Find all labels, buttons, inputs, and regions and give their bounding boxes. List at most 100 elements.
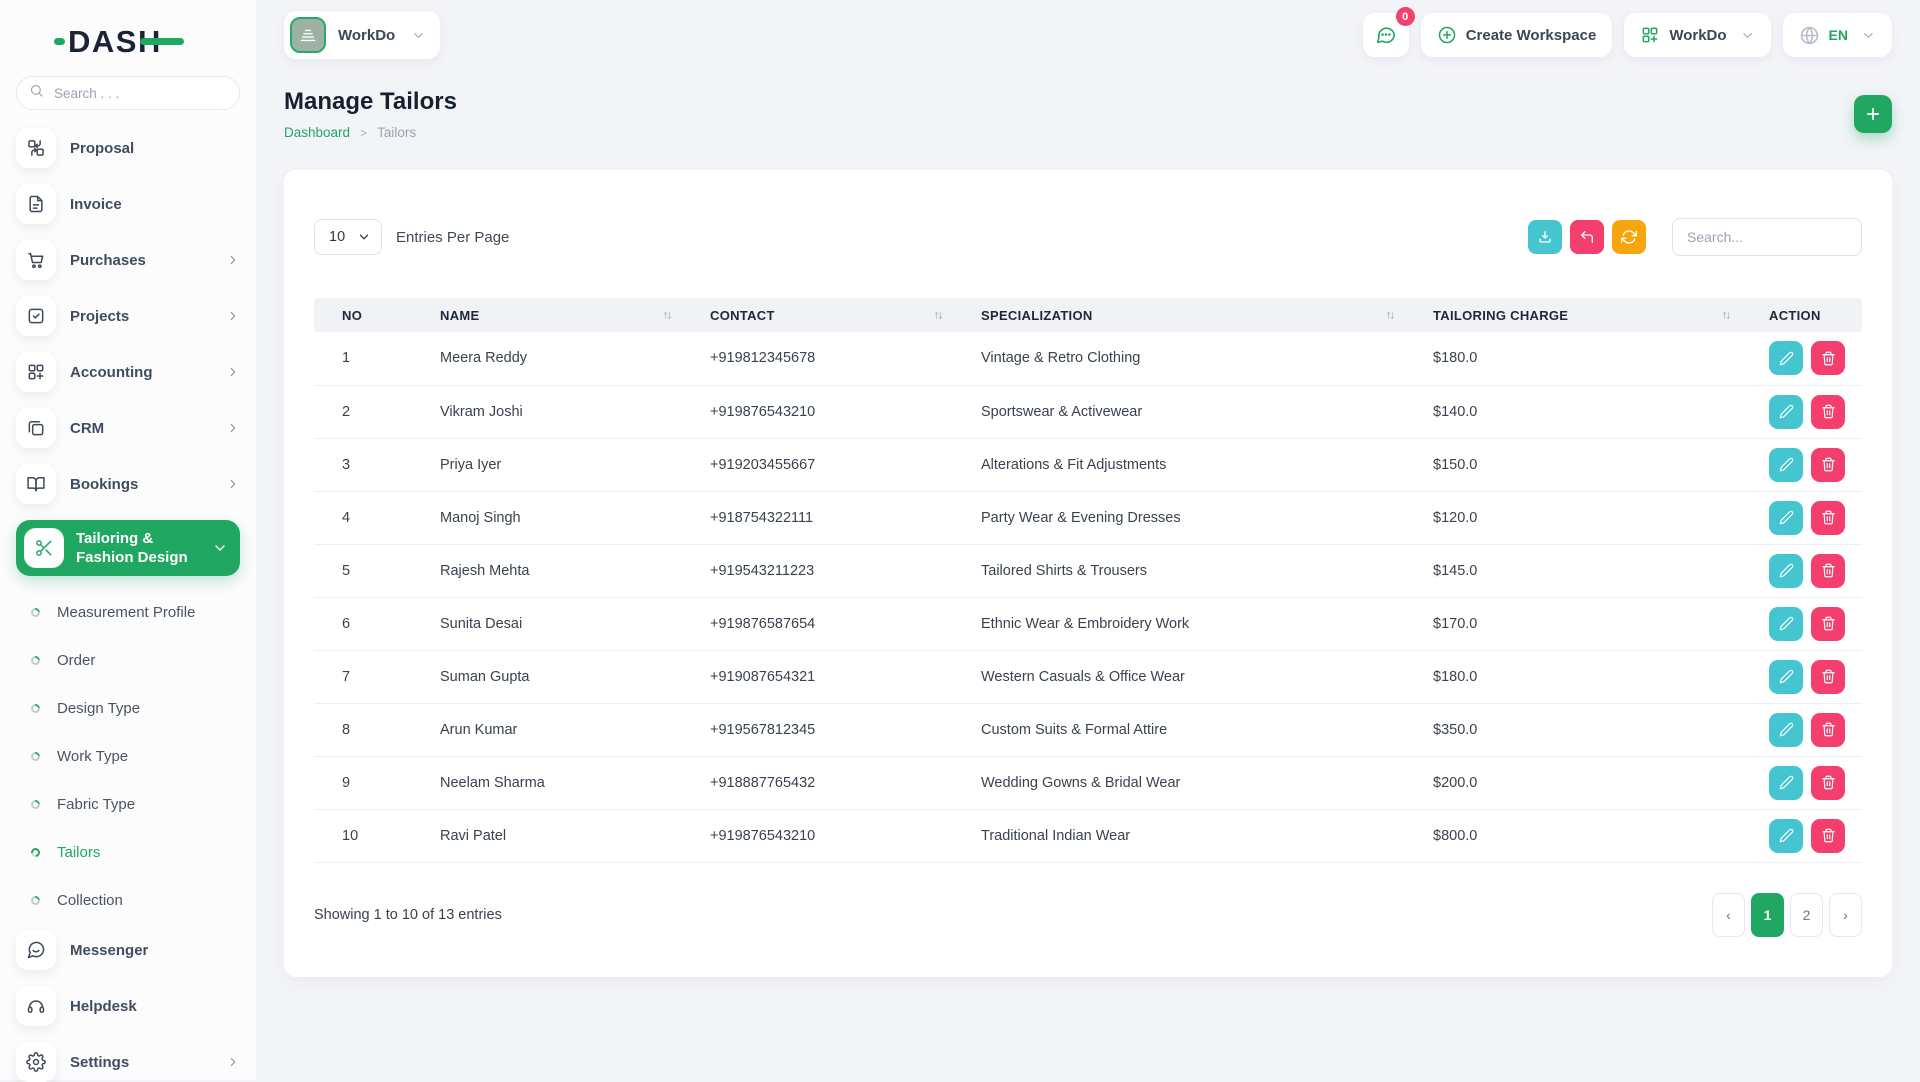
pagination-prev[interactable]: ‹ (1712, 893, 1745, 937)
cell-charge: $800.0 (1405, 809, 1741, 862)
sidebar-search-input[interactable] (52, 85, 227, 102)
sidebar-nav: Proposal Invoice Purchases Projects Accounti… (16, 128, 240, 1082)
table-row: 3Priya Iyer+919203455667Alterations & Fi… (314, 438, 1862, 491)
bullet-icon (29, 894, 42, 907)
language-label: EN (1829, 27, 1848, 43)
edit-button[interactable] (1769, 660, 1803, 694)
cell-no: 3 (314, 438, 412, 491)
sidebar-item-helpdesk[interactable]: Helpdesk (16, 986, 240, 1026)
breadcrumb: Dashboard > Tailors (284, 125, 457, 140)
delete-button[interactable] (1811, 341, 1845, 375)
cell-actions (1741, 597, 1862, 650)
sidebar-subitem-measurement-profile[interactable]: Measurement Profile (16, 588, 240, 636)
sidebar-subitem-order[interactable]: Order (16, 636, 240, 684)
export-button[interactable] (1528, 220, 1562, 254)
cell-contact: +919203455667 (682, 438, 953, 491)
pagination: ‹12› (1712, 893, 1862, 937)
cell-specialization: Western Casuals & Office Wear (953, 650, 1405, 703)
building-icon (290, 17, 326, 53)
bookings-icon (16, 464, 56, 504)
sort-icon[interactable] (1384, 309, 1397, 322)
breadcrumb-current: Tailors (377, 125, 416, 140)
delete-button[interactable] (1811, 660, 1845, 694)
delete-button[interactable] (1811, 554, 1845, 588)
add-tailor-button[interactable] (1854, 95, 1892, 133)
column-header-name[interactable]: NAME (412, 298, 682, 332)
delete-button[interactable] (1811, 819, 1845, 853)
sidebar-item-bookings[interactable]: Bookings (16, 464, 240, 504)
sidebar-subitem-label: Work Type (57, 748, 128, 765)
sidebar-item-projects[interactable]: Projects (16, 296, 240, 336)
sidebar-subitem-work-type[interactable]: Work Type (16, 732, 240, 780)
sidebar-item-invoice[interactable]: Invoice (16, 184, 240, 224)
cell-contact: +919087654321 (682, 650, 953, 703)
sidebar-subitem-fabric-type[interactable]: Fabric Type (16, 780, 240, 828)
brand-logo[interactable]: DASH (16, 16, 240, 66)
column-header-contact[interactable]: CONTACT (682, 298, 953, 332)
edit-button[interactable] (1769, 607, 1803, 641)
pagination-next[interactable]: › (1829, 893, 1862, 937)
cell-actions (1741, 703, 1862, 756)
delete-button[interactable] (1811, 501, 1845, 535)
edit-button[interactable] (1769, 819, 1803, 853)
tailors-table: NO NAMECONTACTSPECIALIZATIONTAILORING CHA… (314, 298, 1862, 863)
sidebar-subitem-collection[interactable]: Collection (16, 876, 240, 924)
pagination-page-1[interactable]: 1 (1751, 893, 1784, 937)
sort-icon[interactable] (932, 309, 945, 322)
edit-button[interactable] (1769, 554, 1803, 588)
cell-actions (1741, 385, 1862, 438)
sidebar-subitem-design-type[interactable]: Design Type (16, 684, 240, 732)
app-switcher[interactable]: WorkDo (1624, 13, 1770, 57)
cell-no: 9 (314, 756, 412, 809)
bullet-icon (29, 606, 42, 619)
sidebar-item-proposal[interactable]: Proposal (16, 128, 240, 168)
edit-button[interactable] (1769, 501, 1803, 535)
sort-icon[interactable] (1720, 309, 1733, 322)
column-header-tailoring-charge[interactable]: TAILORING CHARGE (1405, 298, 1741, 332)
sort-icon[interactable] (661, 309, 674, 322)
column-label: NO (342, 308, 362, 323)
delete-button[interactable] (1811, 713, 1845, 747)
download-icon (1537, 229, 1553, 245)
refresh-button[interactable] (1612, 220, 1646, 254)
edit-button[interactable] (1769, 713, 1803, 747)
messages-button[interactable]: 0 (1363, 13, 1409, 57)
delete-button[interactable] (1811, 395, 1845, 429)
cell-actions (1741, 438, 1862, 491)
pencil-icon (1779, 828, 1794, 843)
cell-specialization: Party Wear & Evening Dresses (953, 491, 1405, 544)
workspace-selector[interactable]: WorkDo (284, 11, 440, 59)
column-header-no: NO (314, 298, 412, 332)
undo-button[interactable] (1570, 220, 1604, 254)
pagination-page-2[interactable]: 2 (1790, 893, 1823, 937)
bullet-icon (29, 702, 42, 715)
breadcrumb-dashboard[interactable]: Dashboard (284, 125, 350, 140)
sidebar-item-settings[interactable]: Settings (16, 1042, 240, 1082)
sidebar-subitem-tailors[interactable]: Tailors (16, 828, 240, 876)
create-workspace-button[interactable]: Create Workspace (1421, 13, 1613, 57)
edit-button[interactable] (1769, 395, 1803, 429)
sidebar-item-purchases[interactable]: Purchases (16, 240, 240, 280)
accounting-icon (16, 352, 56, 392)
edit-button[interactable] (1769, 448, 1803, 482)
language-selector[interactable]: EN (1783, 13, 1892, 57)
sidebar-item-messenger[interactable]: Messenger (16, 930, 240, 970)
chevron-down-icon (212, 540, 228, 556)
delete-button[interactable] (1811, 607, 1845, 641)
column-header-specialization[interactable]: SPECIALIZATION (953, 298, 1405, 332)
sidebar-item-crm[interactable]: CRM (16, 408, 240, 448)
edit-button[interactable] (1769, 766, 1803, 800)
delete-button[interactable] (1811, 448, 1845, 482)
sidebar-item-accounting[interactable]: Accounting (16, 352, 240, 392)
entries-per-page-select[interactable]: 10 (314, 219, 382, 255)
edit-button[interactable] (1769, 341, 1803, 375)
sidebar-item-tailoring-fashion-design[interactable]: Tailoring & Fashion Design (16, 520, 240, 576)
pencil-icon (1779, 510, 1794, 525)
delete-button[interactable] (1811, 766, 1845, 800)
entries-summary: Showing 1 to 10 of 13 entries (314, 907, 502, 923)
sidebar-subnav: Measurement ProfileOrderDesign Type Work … (16, 584, 240, 930)
cell-no: 1 (314, 332, 412, 385)
main-area: WorkDo 0 Create Workspace WorkDo (256, 0, 1920, 1080)
table-search-input[interactable] (1672, 218, 1862, 256)
cell-specialization: Custom Suits & Formal Attire (953, 703, 1405, 756)
